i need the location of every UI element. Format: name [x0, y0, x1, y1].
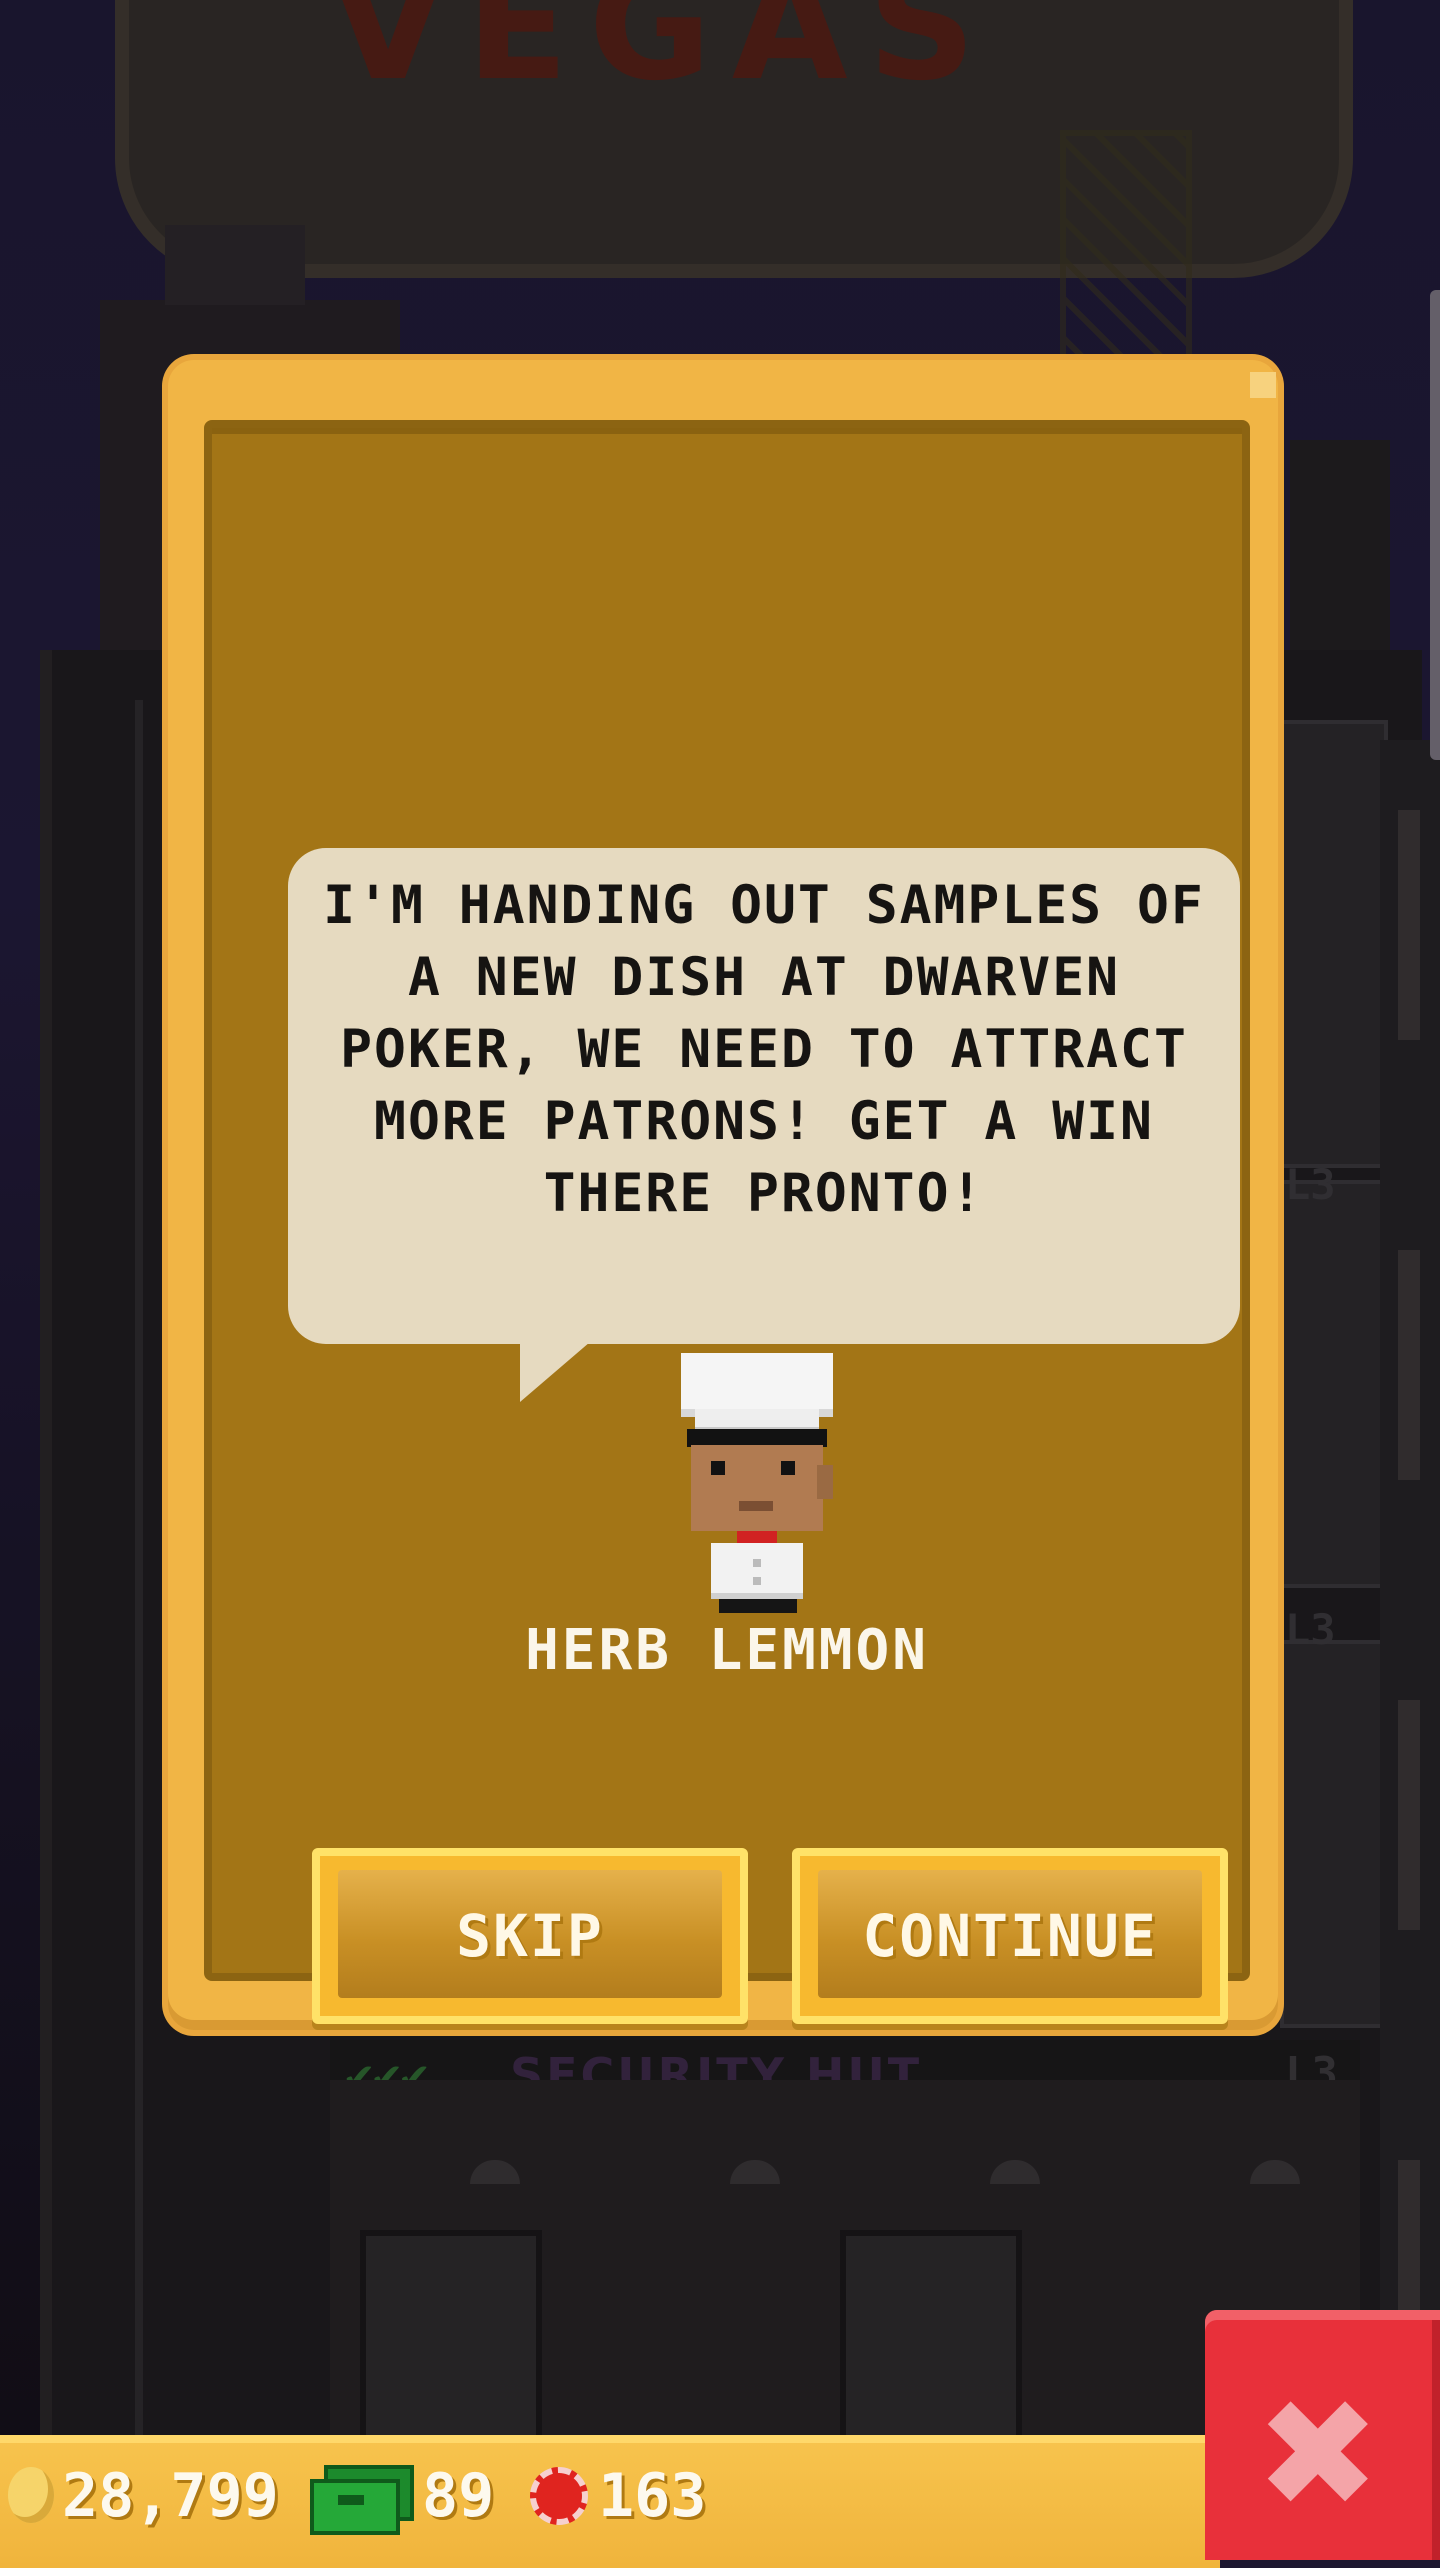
continue-button[interactable]: CONTINUE — [792, 1848, 1228, 2024]
mission-dialog: I'M HANDING OUT SAMPLES OF A NEW DISH AT… — [168, 360, 1278, 2030]
chip-count: 163 — [598, 2461, 707, 2531]
speech-bubble: I'M HANDING OUT SAMPLES OF A NEW DISH AT… — [288, 848, 1240, 1344]
bux-icon — [310, 2465, 414, 2535]
corner-gem-icon — [1250, 372, 1276, 398]
casino-chip-icon — [530, 2467, 588, 2525]
chef-avatar-icon — [677, 1353, 837, 1613]
currency-bar: 28,799 89 163 — [0, 2435, 1220, 2568]
close-x-icon: ✖ — [1255, 2368, 1381, 2542]
skip-button[interactable]: SKIP — [312, 1848, 748, 2024]
dialog-message: I'M HANDING OUT SAMPLES OF A NEW DISH AT… — [323, 875, 1205, 1224]
close-button[interactable]: ✖ — [1205, 2310, 1440, 2560]
coin-icon — [8, 2467, 54, 2523]
continue-button-label: CONTINUE — [862, 1902, 1158, 1970]
speech-bubble-tail — [520, 1342, 590, 1402]
dialog-panel: I'M HANDING OUT SAMPLES OF A NEW DISH AT… — [204, 420, 1250, 2024]
character-name: HERB LEMMON — [525, 1618, 929, 1683]
bux-count: 89 — [422, 2461, 495, 2531]
coin-count: 28,799 — [62, 2461, 279, 2531]
skip-button-label: SKIP — [456, 1902, 604, 1970]
